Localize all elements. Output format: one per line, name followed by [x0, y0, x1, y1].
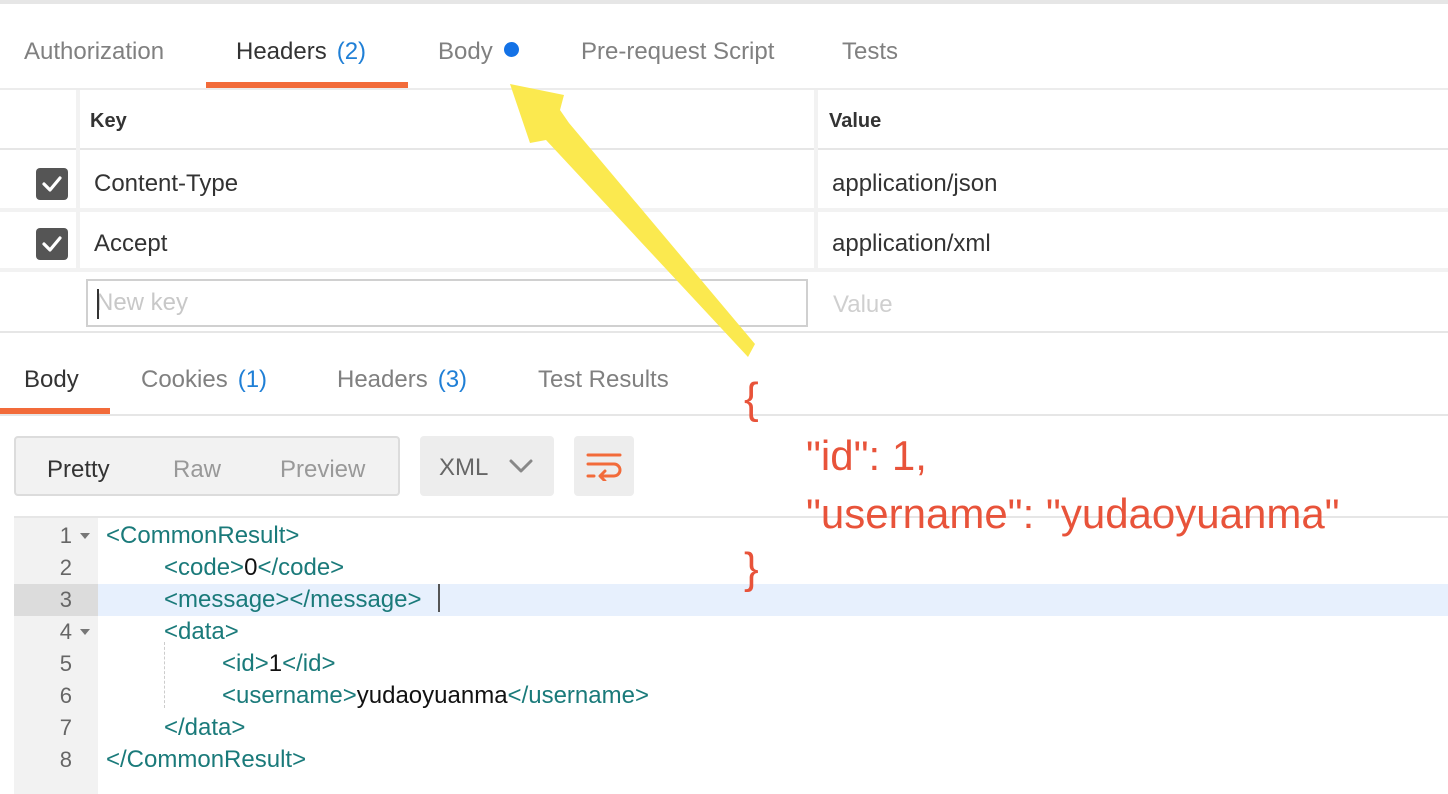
- annotation-json-line: "username": "yudaoyuanma": [806, 490, 1340, 537]
- tab-response-headers[interactable]: Headers (3): [337, 366, 467, 394]
- fold-arrow-icon[interactable]: [80, 629, 90, 635]
- line-number: 5: [59, 651, 72, 676]
- code-text: </username>: [507, 682, 649, 709]
- code-text: <code>: [164, 554, 245, 581]
- tab-test-results[interactable]: Test Results: [538, 366, 669, 394]
- chevron-down-icon: [509, 459, 533, 473]
- line-number: 7: [59, 715, 72, 740]
- new-value-field[interactable]: Value: [833, 291, 893, 319]
- header-key[interactable]: Content-Type: [94, 170, 238, 198]
- line-number: 2: [59, 555, 72, 580]
- code-line: 7 </data>: [14, 712, 1448, 744]
- wrap-lines-icon: [586, 453, 622, 481]
- view-raw-button[interactable]: Raw: [173, 456, 221, 484]
- code-text: </id>: [282, 650, 336, 677]
- code-text: <CommonResult>: [106, 522, 300, 549]
- tab-pre-request-script[interactable]: Pre-request Script: [581, 38, 774, 66]
- annotation-open-brace: {: [744, 374, 759, 423]
- format-select[interactable]: XML: [420, 436, 554, 496]
- column-divider: [814, 90, 818, 270]
- headers-count: (2): [336, 38, 367, 65]
- response-headers-count: (3): [437, 366, 468, 393]
- line-number: 3: [14, 584, 98, 616]
- format-select-value: XML: [439, 454, 489, 481]
- line-number: 6: [59, 683, 72, 708]
- checkbox-content-type[interactable]: [36, 168, 68, 200]
- code-text: <message></message>: [164, 586, 422, 613]
- code-line: 2 <code>0</code>: [14, 552, 1448, 584]
- tab-authorization[interactable]: Authorization: [24, 38, 164, 66]
- code-text: <data>: [164, 618, 239, 645]
- column-divider: [76, 90, 80, 270]
- header-value[interactable]: application/json: [832, 170, 997, 198]
- checkmark-icon: [42, 176, 62, 192]
- checkmark-icon: [42, 236, 62, 252]
- header-key[interactable]: Accept: [94, 230, 167, 258]
- line-number: 8: [59, 747, 72, 772]
- code-line: 5 <id>1</id>: [14, 648, 1448, 680]
- tab-tests[interactable]: Tests: [842, 38, 898, 66]
- view-preview-button[interactable]: Preview: [280, 456, 365, 484]
- checkbox-accept[interactable]: [36, 228, 68, 260]
- wrap-lines-button[interactable]: [574, 436, 634, 496]
- text-caret: [97, 289, 99, 319]
- active-tab-underline: [206, 82, 408, 88]
- code-text: <id>: [222, 650, 269, 677]
- column-key-heading: Key: [90, 110, 127, 132]
- response-tabs-divider: [0, 414, 1448, 416]
- indent-guide: [164, 642, 165, 708]
- code-line-active: 3 <message></message>: [14, 584, 1448, 616]
- code-line: 4 <data>: [14, 616, 1448, 648]
- code-text: 1: [268, 650, 283, 677]
- active-response-tab-underline: [0, 408, 110, 414]
- tab-cookies[interactable]: Cookies (1): [141, 366, 267, 394]
- code-text: </data>: [164, 714, 246, 741]
- annotation-json-line: "id": 1,: [806, 432, 927, 479]
- tab-headers[interactable]: Headers (2): [236, 38, 366, 66]
- column-value-heading: Value: [829, 110, 882, 132]
- response-code-editor[interactable]: 1 <CommonResult> 2 <code>0</code> 3 <mes…: [14, 516, 1448, 794]
- text-cursor: [438, 584, 440, 612]
- tab-body[interactable]: Body: [438, 38, 519, 66]
- code-text: </CommonResult>: [106, 746, 307, 773]
- annotation-close-brace: }: [744, 544, 759, 593]
- code-text: </code>: [257, 554, 345, 581]
- code-line: 6 <username>yudaoyuanma</username>: [14, 680, 1448, 712]
- header-value[interactable]: application/xml: [832, 230, 991, 258]
- view-mode-toggle: Pretty Raw Preview: [14, 436, 400, 496]
- code-text: 0: [244, 554, 258, 581]
- code-text: yudaoyuanma: [356, 682, 508, 709]
- cookies-count: (1): [237, 366, 268, 393]
- view-pretty-button[interactable]: Pretty: [47, 456, 110, 484]
- code-text: <username>: [222, 682, 357, 709]
- code-line: 8 </CommonResult>: [14, 744, 1448, 776]
- annotation-arrow-icon: [510, 84, 755, 357]
- tab-response-body[interactable]: Body: [24, 366, 79, 394]
- body-indicator-dot: [503, 42, 519, 57]
- fold-arrow-icon[interactable]: [80, 533, 90, 539]
